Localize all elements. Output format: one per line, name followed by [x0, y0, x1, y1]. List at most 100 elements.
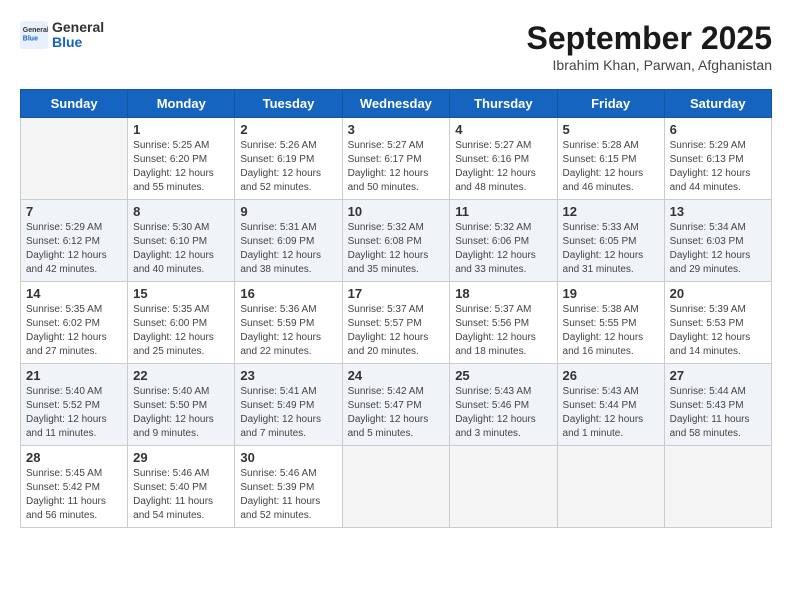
day-number: 6: [670, 122, 766, 137]
day-number: 3: [348, 122, 445, 137]
day-info: Sunrise: 5:27 AM Sunset: 6:16 PM Dayligh…: [455, 139, 551, 195]
calendar-cell: [342, 446, 450, 528]
day-info: Sunrise: 5:44 AM Sunset: 5:43 PM Dayligh…: [670, 385, 766, 441]
day-info: Sunrise: 5:27 AM Sunset: 6:17 PM Dayligh…: [348, 139, 445, 195]
day-number: 13: [670, 204, 766, 219]
calendar-cell: 20Sunrise: 5:39 AM Sunset: 5:53 PM Dayli…: [664, 282, 771, 364]
day-number: 25: [455, 368, 551, 383]
day-number: 23: [240, 368, 336, 383]
calendar-cell: [450, 446, 557, 528]
day-info: Sunrise: 5:35 AM Sunset: 6:02 PM Dayligh…: [26, 303, 122, 359]
calendar-cell: 25 Sunrise: 5:43 AM Sunset: 5:46 PM Dayli…: [450, 364, 557, 446]
day-info: Sunrise: 5:40 AM Sunset: 5:50 PM Dayligh…: [133, 385, 229, 441]
day-number: 2: [240, 122, 336, 137]
calendar-cell: 17Sunrise: 5:37 AM Sunset: 5:57 PM Dayli…: [342, 282, 450, 364]
day-info: Sunrise: 5:40 AM Sunset: 5:52 PM Dayligh…: [26, 385, 122, 441]
day-number: 1: [133, 122, 229, 137]
day-info: Sunrise: 5:45 AM Sunset: 5:42 PM Dayligh…: [26, 467, 122, 523]
title-section: September 2025 Ibrahim Khan, Parwan, Afg…: [527, 20, 772, 73]
calendar-cell: 11 Sunrise: 5:32 AM Sunset: 6:06 PM Dayli…: [450, 200, 557, 282]
day-info: Sunrise: 5:37 AM Sunset: 5:57 PM Dayligh…: [348, 303, 445, 359]
svg-text:General: General: [23, 28, 48, 35]
day-info: Sunrise: 5:34 AM Sunset: 6:03 PM Dayligh…: [670, 221, 766, 277]
calendar-cell: 2 Sunrise: 5:26 AM Sunset: 6:19 PM Daylig…: [235, 118, 342, 200]
logo-general: General: [52, 19, 104, 35]
calendar-cell: 1 Sunrise: 5:25 AM Sunset: 6:20 PM Daylig…: [128, 118, 235, 200]
day-number: 18: [455, 286, 551, 301]
calendar-cell: 16 Sunrise: 5:36 AM Sunset: 5:59 PM Dayli…: [235, 282, 342, 364]
day-info: Sunrise: 5:32 AM Sunset: 6:08 PM Dayligh…: [348, 221, 445, 277]
day-info: Sunrise: 5:46 AM Sunset: 5:39 PM Dayligh…: [240, 467, 336, 523]
calendar-cell: 12 Sunrise: 5:33 AM Sunset: 6:05 PM Dayli…: [557, 200, 664, 282]
day-number: 27: [670, 368, 766, 383]
day-info: Sunrise: 5:33 AM Sunset: 6:05 PM Dayligh…: [563, 221, 659, 277]
calendar-cell: 6 Sunrise: 5:29 AM Sunset: 6:13 PM Daylig…: [664, 118, 771, 200]
day-number: 11: [455, 204, 551, 219]
day-number: 16: [240, 286, 336, 301]
day-info: Sunrise: 5:31 AM Sunset: 6:09 PM Dayligh…: [240, 221, 336, 277]
day-info: Sunrise: 5:37 AM Sunset: 5:56 PM Dayligh…: [455, 303, 551, 359]
logo: General Blue General Blue: [20, 20, 104, 51]
calendar-header-row: Sunday Monday Tuesday Wednesday Thursday…: [21, 90, 772, 118]
col-monday: Monday: [128, 90, 235, 118]
calendar-cell: 24 Sunrise: 5:42 AM Sunset: 5:47 PM Dayli…: [342, 364, 450, 446]
day-info: Sunrise: 5:41 AM Sunset: 5:49 PM Dayligh…: [240, 385, 336, 441]
calendar-cell: 29 Sunrise: 5:46 AM Sunset: 5:40 PM Dayli…: [128, 446, 235, 528]
calendar-cell: 7 Sunrise: 5:29 AM Sunset: 6:12 PM Daylig…: [21, 200, 128, 282]
day-number: 15: [133, 286, 229, 301]
calendar-cell: [21, 118, 128, 200]
calendar-cell: 30Sunrise: 5:46 AM Sunset: 5:39 PM Dayli…: [235, 446, 342, 528]
day-number: 29: [133, 450, 229, 465]
day-info: Sunrise: 5:30 AM Sunset: 6:10 PM Dayligh…: [133, 221, 229, 277]
calendar-cell: 28 Sunrise: 5:45 AM Sunset: 5:42 PM Dayli…: [21, 446, 128, 528]
day-info: Sunrise: 5:42 AM Sunset: 5:47 PM Dayligh…: [348, 385, 445, 441]
day-info: Sunrise: 5:28 AM Sunset: 6:15 PM Dayligh…: [563, 139, 659, 195]
calendar-cell: 8 Sunrise: 5:30 AM Sunset: 6:10 PM Daylig…: [128, 200, 235, 282]
calendar-cell: 23 Sunrise: 5:41 AM Sunset: 5:49 PM Dayli…: [235, 364, 342, 446]
col-wednesday: Wednesday: [342, 90, 450, 118]
calendar-week-row: 7 Sunrise: 5:29 AM Sunset: 6:12 PM Daylig…: [21, 200, 772, 282]
calendar-cell: 15Sunrise: 5:35 AM Sunset: 6:00 PM Dayli…: [128, 282, 235, 364]
day-number: 7: [26, 204, 122, 219]
logo-icon: General Blue: [20, 21, 48, 49]
day-info: Sunrise: 5:29 AM Sunset: 6:13 PM Dayligh…: [670, 139, 766, 195]
day-number: 24: [348, 368, 445, 383]
day-number: 8: [133, 204, 229, 219]
calendar-week-row: 14 Sunrise: 5:35 AM Sunset: 6:02 PM Dayli…: [21, 282, 772, 364]
calendar-cell: [664, 446, 771, 528]
calendar-cell: 27 Sunrise: 5:44 AM Sunset: 5:43 PM Dayli…: [664, 364, 771, 446]
day-number: 10: [348, 204, 445, 219]
calendar-cell: 14 Sunrise: 5:35 AM Sunset: 6:02 PM Dayli…: [21, 282, 128, 364]
calendar-cell: 19Sunrise: 5:38 AM Sunset: 5:55 PM Dayli…: [557, 282, 664, 364]
day-number: 12: [563, 204, 659, 219]
day-info: Sunrise: 5:25 AM Sunset: 6:20 PM Dayligh…: [133, 139, 229, 195]
day-info: Sunrise: 5:26 AM Sunset: 6:19 PM Dayligh…: [240, 139, 336, 195]
col-tuesday: Tuesday: [235, 90, 342, 118]
col-sunday: Sunday: [21, 90, 128, 118]
day-number: 22: [133, 368, 229, 383]
day-number: 14: [26, 286, 122, 301]
col-thursday: Thursday: [450, 90, 557, 118]
logo-blue: Blue: [52, 34, 82, 50]
calendar-cell: 3 Sunrise: 5:27 AM Sunset: 6:17 PM Daylig…: [342, 118, 450, 200]
day-number: 4: [455, 122, 551, 137]
page-header: General Blue General Blue September 2025…: [20, 20, 772, 73]
calendar-cell: 21 Sunrise: 5:40 AM Sunset: 5:52 PM Dayli…: [21, 364, 128, 446]
day-info: Sunrise: 5:43 AM Sunset: 5:44 PM Dayligh…: [563, 385, 659, 441]
location-subtitle: Ibrahim Khan, Parwan, Afghanistan: [527, 57, 772, 73]
calendar-cell: 13 Sunrise: 5:34 AM Sunset: 6:03 PM Dayli…: [664, 200, 771, 282]
day-number: 28: [26, 450, 122, 465]
day-number: 21: [26, 368, 122, 383]
day-number: 9: [240, 204, 336, 219]
col-friday: Friday: [557, 90, 664, 118]
day-info: Sunrise: 5:46 AM Sunset: 5:40 PM Dayligh…: [133, 467, 229, 523]
day-info: Sunrise: 5:36 AM Sunset: 5:59 PM Dayligh…: [240, 303, 336, 359]
calendar-cell: 18 Sunrise: 5:37 AM Sunset: 5:56 PM Dayli…: [450, 282, 557, 364]
day-number: 5: [563, 122, 659, 137]
day-info: Sunrise: 5:29 AM Sunset: 6:12 PM Dayligh…: [26, 221, 122, 277]
day-info: Sunrise: 5:43 AM Sunset: 5:46 PM Dayligh…: [455, 385, 551, 441]
day-number: 19: [563, 286, 659, 301]
day-number: 20: [670, 286, 766, 301]
day-info: Sunrise: 5:32 AM Sunset: 6:06 PM Dayligh…: [455, 221, 551, 277]
calendar-week-row: 21 Sunrise: 5:40 AM Sunset: 5:52 PM Dayli…: [21, 364, 772, 446]
